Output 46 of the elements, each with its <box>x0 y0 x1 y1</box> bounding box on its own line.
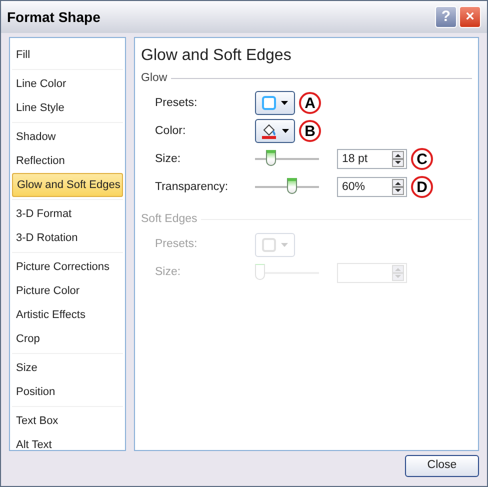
close-dialog-button[interactable]: Close <box>405 455 479 477</box>
field-label: Presets: <box>155 236 198 252</box>
category-item[interactable]: Crop <box>12 327 123 351</box>
slider[interactable] <box>255 150 319 168</box>
category-item[interactable]: Picture Corrections <box>12 255 123 279</box>
category-item[interactable]: Position <box>12 380 123 404</box>
category-item[interactable]: Fill <box>12 43 123 67</box>
category-item[interactable]: 3-D Rotation <box>12 226 123 250</box>
field-label: Presets: <box>155 96 198 111</box>
field-label: Size: <box>155 264 182 280</box>
spinner-arrows-icon <box>392 151 404 168</box>
category-item[interactable]: Size <box>12 356 123 380</box>
category-item[interactable]: Line Style <box>12 96 123 120</box>
category-item[interactable]: Artistic Effects <box>12 303 123 327</box>
category-item[interactable]: Glow and Soft Edges <box>12 173 123 197</box>
field-label: Color: <box>155 124 187 139</box>
caret-icon <box>281 242 288 246</box>
category-item[interactable]: Reflection <box>12 149 123 173</box>
color-dropdown[interactable] <box>255 119 295 144</box>
spinner-arrows-icon <box>392 179 404 196</box>
field-label: Transparency: <box>155 180 230 195</box>
section-heading: Glow <box>141 71 168 86</box>
category-item[interactable]: Text Box <box>12 409 123 433</box>
callout-marker: C <box>411 148 433 170</box>
window-title: Format Shape <box>7 8 100 27</box>
square-icon <box>262 238 276 252</box>
slider[interactable] <box>255 178 319 196</box>
callout-marker: A <box>299 92 321 114</box>
square-icon <box>262 96 276 110</box>
presets-dropdown[interactable] <box>255 91 295 116</box>
panel-title: Glow and Soft Edges <box>141 46 292 66</box>
spin-field[interactable]: 18 pt <box>337 149 407 170</box>
callout-marker: D <box>411 176 433 198</box>
category-item[interactable]: Alt Text <box>12 433 123 457</box>
category-item[interactable]: Picture Color <box>12 279 123 303</box>
category-item[interactable]: Line Color <box>12 72 123 96</box>
caret-icon <box>282 129 289 134</box>
paint-bucket-icon <box>261 123 277 140</box>
section-heading: Soft Edges <box>141 212 198 228</box>
category-item[interactable]: 3-D Format <box>12 202 123 226</box>
spinner-arrows-icon <box>392 264 404 280</box>
category-item[interactable]: Shadow <box>12 125 123 149</box>
field-label: Size: <box>155 152 182 167</box>
caret-icon <box>281 101 288 106</box>
spin-field[interactable]: 60% <box>337 177 407 198</box>
callout-marker: B <box>299 120 321 142</box>
